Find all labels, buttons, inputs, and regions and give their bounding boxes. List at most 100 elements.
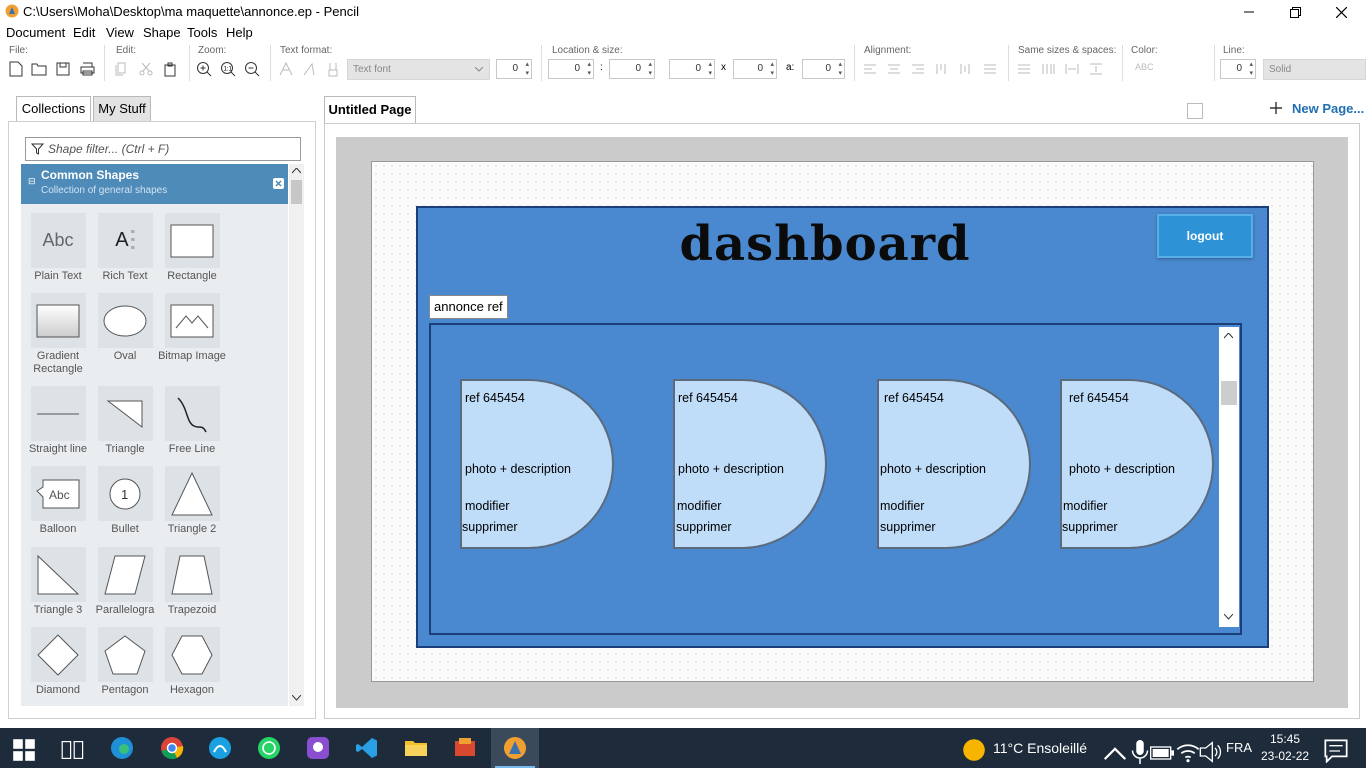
restore-button[interactable] <box>1272 0 1318 24</box>
shape-pentagon[interactable]: Pentagon <box>91 627 159 697</box>
align-center-button[interactable] <box>885 60 903 78</box>
card-delete-link[interactable]: supprimer <box>676 520 732 534</box>
shape-triangle[interactable]: Triangle <box>91 386 159 456</box>
same-height-button[interactable] <box>1039 60 1057 78</box>
save-button[interactable] <box>54 60 72 78</box>
weather-text[interactable]: 11°C Ensoleillé <box>993 740 1087 756</box>
shape-balloon[interactable]: Abc Balloon <box>24 466 92 536</box>
scroll-thumb[interactable] <box>291 180 302 204</box>
tab-untitled-page[interactable]: Untitled Page <box>324 96 416 124</box>
shape-gradient-rectangle[interactable]: Gradient Rectangle <box>24 293 92 376</box>
card-modify-link[interactable]: modifier <box>880 499 924 513</box>
close-collection-icon[interactable] <box>273 178 284 189</box>
battery-icon[interactable] <box>1150 741 1174 765</box>
clock-time[interactable]: 15:45 <box>1270 732 1300 746</box>
menu-shape[interactable]: Shape <box>143 25 181 40</box>
card-delete-link[interactable]: supprimer <box>1062 520 1118 534</box>
same-v-space-button[interactable] <box>1087 60 1105 78</box>
font-style-button[interactable] <box>277 60 295 78</box>
notifications-icon[interactable] <box>1324 739 1348 763</box>
mockup-annonce-ref-field[interactable]: annonce ref <box>429 295 508 319</box>
tab-my-stuff[interactable]: My Stuff <box>93 96 151 122</box>
menu-document[interactable]: Document <box>6 25 65 40</box>
file-explorer-icon[interactable] <box>404 736 428 760</box>
shape-triangle-3[interactable]: Triangle 3 <box>24 547 92 617</box>
same-width-button[interactable] <box>1015 60 1033 78</box>
scroll-down-icon[interactable] <box>292 695 301 701</box>
align-middle-button[interactable] <box>957 60 975 78</box>
copy-button[interactable] <box>112 60 130 78</box>
shape-diamond[interactable]: Diamond <box>24 627 92 697</box>
clock-date[interactable]: 23-02-22 <box>1261 749 1309 763</box>
shape-trapezoid[interactable]: Trapezoid <box>158 547 226 617</box>
cut-button[interactable] <box>137 60 155 78</box>
y-position-spinner[interactable]: 0 <box>609 59 655 79</box>
menu-edit[interactable]: Edit <box>73 25 95 40</box>
card-delete-link[interactable]: supprimer <box>880 520 936 534</box>
shape-bitmap-image[interactable]: Bitmap Image <box>158 293 226 363</box>
tab-collections[interactable]: Collections <box>16 96 91 122</box>
chrome-browser-icon[interactable] <box>160 736 184 760</box>
width-spinner[interactable]: 0 <box>669 59 715 79</box>
close-button[interactable] <box>1318 0 1364 24</box>
open-button[interactable] <box>30 60 48 78</box>
shape-rich-text[interactable]: A ≡ ≡ ≡ Rich Text <box>91 213 159 283</box>
shape-parallelogram[interactable]: Parallelogra <box>91 547 159 617</box>
app-icon-red[interactable] <box>453 736 477 760</box>
task-view-icon[interactable] <box>61 738 85 762</box>
card-delete-link[interactable]: supprimer <box>462 520 518 534</box>
pencil-taskbar-button[interactable] <box>491 728 539 768</box>
zoom-out-button[interactable] <box>243 60 261 78</box>
mockup-list-scrollbar[interactable] <box>1219 327 1239 627</box>
github-desktop-icon[interactable] <box>306 736 330 760</box>
mockup-logout-button[interactable]: logout <box>1157 214 1253 258</box>
same-h-space-button[interactable] <box>1063 60 1081 78</box>
print-button[interactable] <box>78 60 96 78</box>
new-page-button[interactable]: New Page... <box>1270 101 1364 116</box>
minimize-button[interactable] <box>1226 0 1272 24</box>
edge-browser-icon[interactable] <box>110 736 134 760</box>
card-modify-link[interactable]: modifier <box>1063 499 1107 513</box>
align-right-button[interactable] <box>909 60 927 78</box>
shape-straight-line[interactable]: Straight line <box>24 386 92 456</box>
angle-spinner[interactable]: 0 <box>802 59 845 79</box>
shape-triangle-2[interactable]: Triangle 2 <box>158 466 226 536</box>
shape-free-line[interactable]: Free Line <box>158 386 226 456</box>
align-left-button[interactable] <box>861 60 879 78</box>
shape-rectangle[interactable]: Rectangle <box>158 213 226 283</box>
shape-hexagon[interactable]: Hexagon <box>158 627 226 697</box>
text-color-button[interactable]: ABC <box>1135 62 1154 72</box>
scroll-thumb[interactable] <box>1221 381 1237 405</box>
align-bottom-button[interactable] <box>981 60 999 78</box>
collection-header[interactable]: ⊟ Common Shapes Collection of general sh… <box>21 164 288 204</box>
windows-start-icon[interactable] <box>12 738 36 762</box>
sun-weather-icon[interactable] <box>962 738 986 762</box>
line-width-spinner[interactable]: 0 <box>1220 59 1256 79</box>
menu-view[interactable]: View <box>106 25 134 40</box>
volume-icon[interactable] <box>1199 740 1223 764</box>
line-style-select[interactable]: Solid <box>1263 59 1366 80</box>
menu-tools[interactable]: Tools <box>187 25 217 40</box>
shape-bullet[interactable]: 1 Bullet <box>91 466 159 536</box>
microphone-icon[interactable] <box>1128 740 1152 764</box>
input-language[interactable]: FRA <box>1226 740 1252 755</box>
new-document-button[interactable] <box>7 60 25 78</box>
scroll-up-icon[interactable] <box>292 168 301 174</box>
shape-oval[interactable]: Oval <box>91 293 159 363</box>
align-top-button[interactable] <box>933 60 951 78</box>
collapse-icon[interactable]: ⊟ <box>28 176 36 187</box>
zoom-in-button[interactable] <box>195 60 213 78</box>
font-color-button[interactable] <box>324 60 342 78</box>
font-italic-button[interactable] <box>300 60 318 78</box>
app-icon-blue[interactable] <box>208 736 232 760</box>
shapes-scrollbar[interactable] <box>289 164 304 706</box>
chevron-up-icon[interactable] <box>1103 742 1127 766</box>
shape-plain-text[interactable]: Abc Plain Text <box>24 213 92 283</box>
card-modify-link[interactable]: modifier <box>465 499 509 513</box>
font-size-spinner[interactable]: 0 <box>496 59 532 79</box>
menu-help[interactable]: Help <box>226 25 253 40</box>
vscode-icon[interactable] <box>355 736 379 760</box>
paste-button[interactable] <box>161 60 179 78</box>
wifi-icon[interactable] <box>1176 740 1200 764</box>
fill-color-button[interactable] <box>1187 103 1203 119</box>
